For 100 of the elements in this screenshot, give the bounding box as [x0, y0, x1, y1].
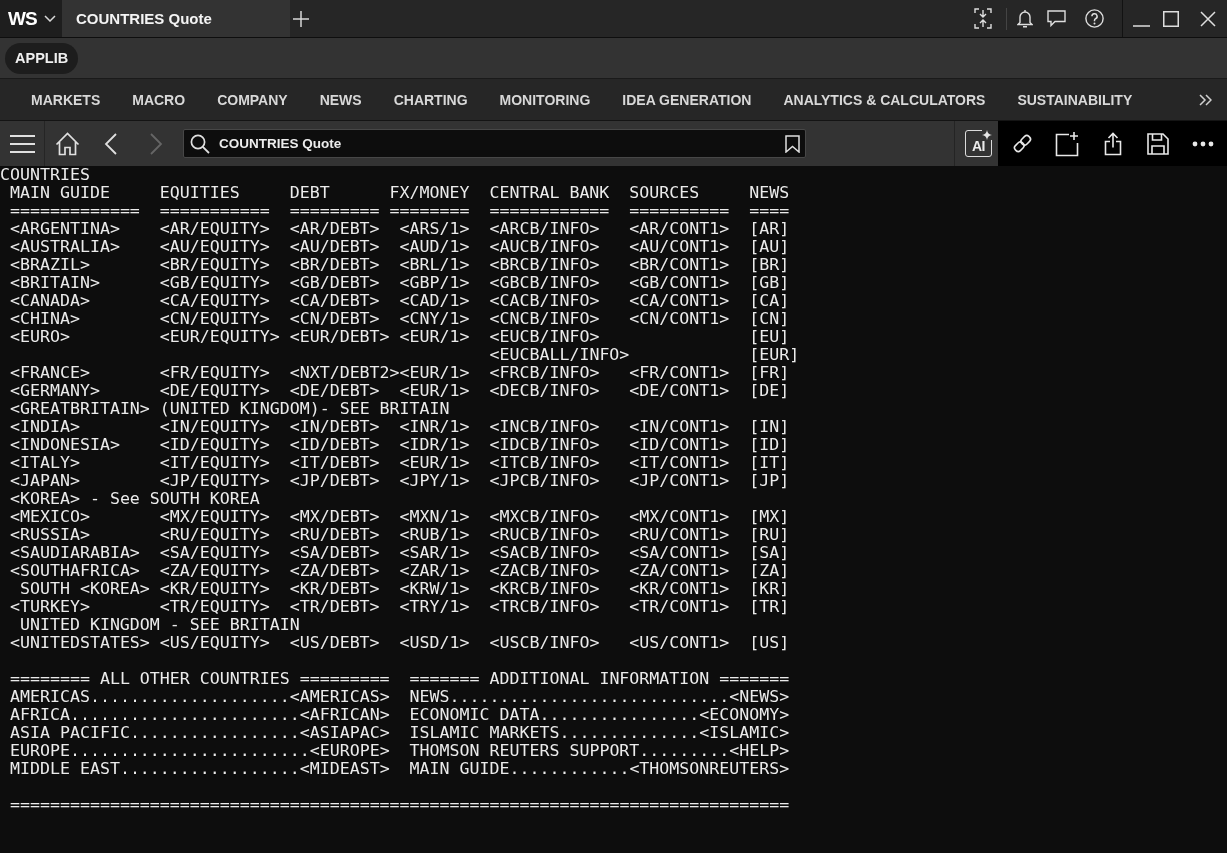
guide-entry[interactable]: <CANADA>	[10, 291, 90, 310]
code-link[interactable]: <DE/EQUITY>	[159, 381, 270, 400]
code-link[interactable]: <ZA/EQUITY>	[159, 561, 270, 580]
code-link[interactable]: <ZAR/1>	[399, 561, 470, 580]
code-link[interactable]: <CNCB/INFO>	[489, 309, 600, 328]
save-icon[interactable]	[1146, 132, 1169, 155]
applib-chip[interactable]: APPLIB	[5, 42, 79, 74]
code-link[interactable]: <IDCB/INFO>	[489, 435, 600, 454]
code-link[interactable]: <TR/EQUITY>	[159, 597, 270, 616]
code-link[interactable]: [DE]	[749, 381, 790, 400]
code-link[interactable]: <CN/CONT1>	[629, 309, 730, 328]
guide-entry[interactable]: <CHINA>	[10, 309, 80, 328]
code-link[interactable]: <EUCBALL/INFO>	[489, 345, 630, 364]
code-link[interactable]: <GB/DEBT>	[289, 273, 380, 292]
code-link[interactable]: <TR/CONT1>	[629, 597, 730, 616]
code-link[interactable]: <KRCB/INFO>	[489, 579, 600, 598]
app-menu-button[interactable]: WS	[0, 0, 62, 37]
code-link[interactable]: <EUR/1>	[399, 453, 470, 472]
code-link[interactable]: <MX/EQUITY>	[159, 507, 270, 526]
code-link[interactable]: <RUCB/INFO>	[489, 525, 600, 544]
code-link[interactable]: <CN/EQUITY>	[159, 309, 270, 328]
code-link[interactable]: <RU/CONT1>	[629, 525, 730, 544]
code-link[interactable]: <AFRICAN>	[299, 706, 390, 724]
code-link[interactable]: <MX/DEBT>	[289, 507, 380, 526]
guide-entry[interactable]: <GREATBRITAIN>	[10, 399, 150, 418]
code-link[interactable]: [RU]	[749, 525, 790, 544]
code-link[interactable]: [GB]	[749, 273, 790, 292]
code-link[interactable]: [TR]	[749, 597, 790, 616]
code-link[interactable]: <IT/CONT1>	[629, 453, 730, 472]
code-link[interactable]: <BR/DEBT>	[289, 255, 380, 274]
ai-button[interactable]: AI	[965, 130, 992, 157]
code-link[interactable]: [KR]	[749, 579, 790, 598]
add-box-icon[interactable]	[1055, 130, 1080, 157]
code-link[interactable]: [ZA]	[749, 561, 790, 580]
code-link[interactable]: [CA]	[749, 291, 790, 310]
menu-item[interactable]: ANALYTICS & CALCULATORS	[767, 91, 1002, 108]
code-link[interactable]: <ISLAMIC>	[699, 724, 790, 742]
code-link[interactable]: <ZACB/INFO>	[489, 561, 600, 580]
guide-entry[interactable]: <BRAZIL>	[10, 255, 90, 274]
code-link[interactable]: <EUCB/INFO>	[489, 327, 600, 346]
code-link[interactable]: [FR]	[749, 363, 790, 382]
code-link[interactable]: <FRCB/INFO>	[489, 363, 600, 382]
guide-entry[interactable]: <RUSSIA>	[10, 525, 90, 544]
code-link[interactable]: <CN/DEBT>	[289, 309, 380, 328]
code-link[interactable]: <AU/EQUITY>	[159, 237, 270, 256]
code-link[interactable]: <US/EQUITY>	[159, 633, 270, 652]
code-link[interactable]: <KR/CONT1>	[629, 579, 730, 598]
code-link[interactable]: <IDR/1>	[399, 435, 470, 454]
code-link[interactable]: <AUD/1>	[399, 237, 470, 256]
code-link[interactable]: <INCB/INFO>	[489, 417, 600, 436]
menu-item[interactable]: NEWS	[303, 91, 378, 108]
code-link[interactable]: <INR/1>	[399, 417, 470, 436]
code-link[interactable]: <CNY/1>	[399, 309, 470, 328]
code-link[interactable]: <IN/EQUITY>	[159, 417, 270, 436]
code-link[interactable]: <GBCB/INFO>	[489, 273, 600, 292]
code-link[interactable]: <KRW/1>	[399, 579, 470, 598]
code-link[interactable]: <FR/CONT1>	[629, 363, 730, 382]
code-link[interactable]: <DE/DEBT>	[289, 381, 380, 400]
code-link[interactable]: <GB/CONT1>	[629, 273, 730, 292]
menu-icon[interactable]	[9, 134, 35, 153]
code-link[interactable]: <ZA/CONT1>	[629, 561, 730, 580]
code-link[interactable]: <ITCB/INFO>	[489, 453, 600, 472]
code-link[interactable]: <MIDEAST>	[299, 760, 390, 778]
code-link[interactable]: <JP/CONT1>	[629, 471, 730, 490]
code-link[interactable]: <CAD/1>	[399, 291, 470, 310]
code-link[interactable]: <DECB/INFO>	[489, 381, 600, 400]
code-link[interactable]: <EUR/1>	[399, 327, 470, 346]
guide-entry[interactable]: <SAUDIARABIA>	[10, 543, 140, 562]
guide-entry[interactable]: <ITALY>	[10, 453, 80, 472]
guide-entry[interactable]: SOUTH <KOREA>	[19, 579, 150, 598]
code-link[interactable]: <EUR/DEBT>	[289, 327, 390, 346]
code-link[interactable]: <IN/DEBT>	[289, 417, 380, 436]
code-link[interactable]: <ID/CONT1>	[629, 435, 730, 454]
code-link[interactable]: <RU/DEBT>	[289, 525, 380, 544]
guide-entry[interactable]: <TURKEY>	[10, 597, 90, 616]
code-link[interactable]: [CN]	[749, 309, 790, 328]
code-link[interactable]: <JP/EQUITY>	[159, 471, 270, 490]
code-link[interactable]: <AR/CONT1>	[629, 219, 730, 238]
code-link[interactable]: <SA/EQUITY>	[159, 543, 270, 562]
code-link[interactable]: <BR/EQUITY>	[159, 255, 270, 274]
help-icon[interactable]	[1085, 9, 1104, 28]
code-link[interactable]: <ZA/DEBT>	[289, 561, 380, 580]
code-link[interactable]: [SA]	[749, 543, 790, 562]
menu-item[interactable]: SUSTAINABILITY	[1001, 91, 1149, 108]
code-link[interactable]: [EUR]	[749, 345, 800, 364]
code-link[interactable]: <US/DEBT>	[289, 633, 380, 652]
code-link[interactable]: <TRY/1>	[399, 597, 470, 616]
code-link[interactable]: <IT/DEBT>	[289, 453, 380, 472]
code-link[interactable]: <BRCB/INFO>	[489, 255, 600, 274]
maximize-icon[interactable]	[1163, 10, 1179, 27]
code-link[interactable]: [BR]	[749, 255, 790, 274]
code-link[interactable]: <AU/DEBT>	[289, 237, 380, 256]
bell-icon[interactable]	[1017, 9, 1033, 28]
code-link[interactable]: <NXT/DEBT2>	[289, 363, 400, 382]
code-link[interactable]: <ID/DEBT>	[289, 435, 380, 454]
more-icon[interactable]	[1191, 140, 1214, 147]
guide-entry[interactable]: <GERMANY>	[10, 381, 100, 400]
guide-entry[interactable]: <SOUTHAFRICA>	[10, 561, 140, 580]
code-link[interactable]: <SA/DEBT>	[289, 543, 380, 562]
code-link[interactable]: <GB/EQUITY>	[159, 273, 270, 292]
